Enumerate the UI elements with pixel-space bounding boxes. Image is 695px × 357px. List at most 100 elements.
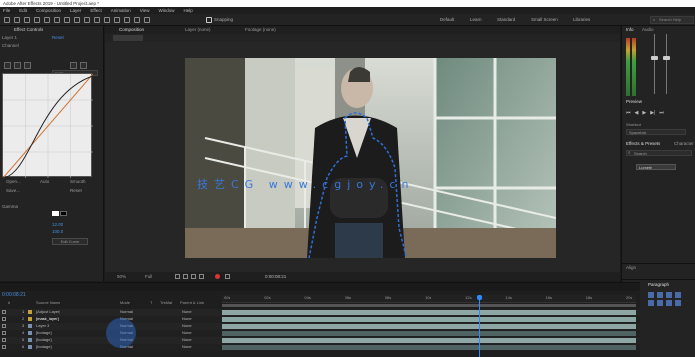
- menu-effect[interactable]: Effect: [90, 7, 101, 14]
- snapping-checkbox[interactable]: [206, 17, 212, 23]
- viewer-timecode[interactable]: 0:00:08:21: [265, 272, 286, 281]
- label-color-icon[interactable]: [28, 331, 32, 335]
- label-color-icon[interactable]: [28, 317, 32, 321]
- paragraph-tab[interactable]: Paragraph: [648, 282, 669, 288]
- visibility-eye-icon[interactable]: [2, 338, 6, 342]
- layer-duration-bar[interactable]: [222, 316, 636, 322]
- reset-button[interactable]: Reset: [70, 188, 82, 194]
- active-comp-pill[interactable]: [113, 35, 143, 41]
- timeline-timecode[interactable]: 0:00:08:21: [2, 292, 26, 299]
- character-tab[interactable]: Character: [674, 141, 694, 147]
- volume-slider-track[interactable]: [654, 34, 655, 94]
- zoom-tool-icon[interactable]: [34, 17, 40, 23]
- edit-curve-button[interactable]: Edit Curve: [52, 238, 88, 245]
- visibility-eye-icon[interactable]: [2, 310, 6, 314]
- selection-tool-icon[interactable]: [14, 17, 20, 23]
- shortcut-dropdown[interactable]: Spacebar: [626, 129, 686, 135]
- layer-tab[interactable]: Layer (none): [185, 26, 211, 34]
- effects-presets-tab[interactable]: Effects & Presets: [626, 141, 660, 147]
- workspace-default[interactable]: Default: [440, 16, 454, 24]
- last-frame-icon[interactable]: ⏭: [659, 110, 664, 116]
- footage-tab[interactable]: Footage (none): [245, 26, 276, 34]
- align-left-icon[interactable]: [648, 292, 654, 298]
- label-color-icon[interactable]: [28, 310, 32, 314]
- layer-duration-bar[interactable]: [222, 344, 636, 350]
- table-row[interactable]: 3 Layer 3 Normal None: [0, 323, 640, 330]
- menu-animation[interactable]: Animation: [111, 7, 131, 14]
- pencil-tool-icon[interactable]: [14, 62, 21, 69]
- effects-search-input[interactable]: ⌕ Search: [626, 150, 692, 156]
- curve-shape-icon[interactable]: [70, 62, 77, 69]
- curves-graph[interactable]: [2, 73, 94, 179]
- transparency-grid-icon[interactable]: [199, 274, 204, 279]
- indent-first-icon[interactable]: [657, 300, 663, 306]
- auto-button[interactable]: Auto: [40, 179, 49, 185]
- label-color-icon[interactable]: [28, 345, 32, 349]
- indent-right-icon[interactable]: [666, 300, 672, 306]
- composition-tab[interactable]: Composition: [119, 26, 144, 34]
- pen-tool-icon[interactable]: [84, 17, 90, 23]
- camera-tool-icon[interactable]: [54, 17, 60, 23]
- workspace-libraries[interactable]: Libraries: [573, 16, 590, 24]
- rotate-tool-icon[interactable]: [44, 17, 50, 23]
- table-row[interactable]: 1 [Adjust Layer] Normal None: [0, 309, 640, 316]
- work-area-bar[interactable]: [222, 304, 636, 307]
- time-ruler[interactable]: 00s 02s 04s 06s 08s 10s 12s 14s 16s 18s 20s: [222, 295, 636, 303]
- justify-icon[interactable]: [675, 292, 681, 298]
- playhead-handle[interactable]: [476, 295, 482, 300]
- visibility-eye-icon[interactable]: [2, 324, 6, 328]
- grid-toggle-icon[interactable]: [175, 274, 180, 279]
- visibility-eye-icon[interactable]: [2, 345, 6, 349]
- effect-controls-tab[interactable]: Effect Controls: [14, 27, 43, 33]
- info-tab[interactable]: Info: [626, 27, 634, 33]
- value-field-2[interactable]: 100.0: [52, 229, 63, 235]
- visibility-eye-icon[interactable]: [2, 331, 6, 335]
- smooth-button[interactable]: Smooth: [70, 179, 86, 185]
- save-button[interactable]: Save...: [6, 188, 20, 194]
- clone-tool-icon[interactable]: [114, 17, 120, 23]
- color-swatch-white[interactable]: [52, 211, 59, 216]
- volume-slider-track-2[interactable]: [666, 34, 667, 94]
- menu-view[interactable]: View: [140, 7, 150, 14]
- label-color-icon[interactable]: [28, 338, 32, 342]
- layer-duration-bar[interactable]: [222, 330, 636, 336]
- menu-layer[interactable]: Layer: [70, 7, 81, 14]
- workspace-small-screen[interactable]: Small Screen: [531, 16, 558, 24]
- snapshot-icon[interactable]: [225, 274, 230, 279]
- table-row[interactable]: 5 [footage] Normal None: [0, 337, 640, 344]
- menu-help[interactable]: Help: [183, 7, 192, 14]
- workspace-standard[interactable]: Standard: [497, 16, 515, 24]
- eraser-tool-icon[interactable]: [124, 17, 130, 23]
- roto-tool-icon[interactable]: [134, 17, 140, 23]
- color-swatch-black[interactable]: [60, 211, 67, 216]
- menu-window[interactable]: Window: [158, 7, 174, 14]
- layer-duration-bar[interactable]: [222, 337, 636, 343]
- grid-icon[interactable]: [24, 62, 31, 69]
- menu-composition[interactable]: Composition: [36, 7, 61, 14]
- space-before-icon[interactable]: [675, 300, 681, 306]
- align-right-icon[interactable]: [666, 292, 672, 298]
- next-frame-icon[interactable]: ▶|: [650, 110, 655, 116]
- effect-list-item[interactable]: Lumetri: [636, 164, 676, 170]
- audio-tab[interactable]: Audio: [642, 27, 654, 33]
- table-row[interactable]: 2 [mask_layer] Normal None: [0, 316, 640, 323]
- table-row[interactable]: 6 [footage] Normal None: [0, 344, 640, 351]
- mask-tool-icon[interactable]: [74, 17, 80, 23]
- layer-duration-bar[interactable]: [222, 323, 636, 329]
- playhead[interactable]: [478, 295, 480, 357]
- visibility-eye-icon[interactable]: [2, 317, 6, 321]
- volume-slider-knob[interactable]: [651, 56, 658, 60]
- region-of-interest-icon[interactable]: [191, 274, 196, 279]
- table-row[interactable]: 4 [footage] Normal None: [0, 330, 640, 337]
- menu-edit[interactable]: Edit: [19, 7, 27, 14]
- volume-slider-knob-2[interactable]: [663, 56, 670, 60]
- workspace-learn[interactable]: Learn: [470, 16, 482, 24]
- search-help-input[interactable]: ⌕ Search Help: [650, 16, 694, 24]
- play-icon[interactable]: ▶: [642, 110, 646, 116]
- mask-visibility-icon[interactable]: [183, 274, 188, 279]
- value-field-1[interactable]: 12.00: [52, 222, 63, 228]
- label-color-icon[interactable]: [28, 324, 32, 328]
- zoom-dropdown[interactable]: 50%: [117, 272, 126, 281]
- curve-tool-icon[interactable]: [4, 62, 11, 69]
- pan-tool-icon[interactable]: [64, 17, 70, 23]
